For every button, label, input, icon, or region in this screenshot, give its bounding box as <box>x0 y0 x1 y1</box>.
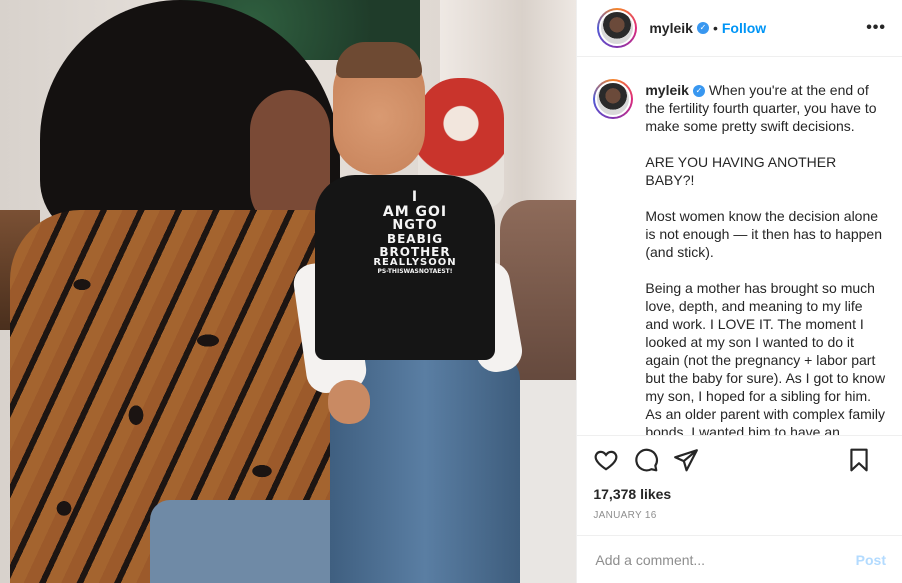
caption-paragraph: Being a mother has brought so much love,… <box>645 280 886 435</box>
post-header: myleik ✓ • Follow ••• <box>577 0 902 57</box>
caption-paragraph: Most women know the decision alone is no… <box>645 208 882 260</box>
child-hand <box>328 380 370 424</box>
avatar-image <box>595 81 632 117</box>
shirt-line: BEABIG <box>386 232 444 247</box>
shirt-line: PS-THISWASNOTAEST! <box>377 267 453 275</box>
caption-paragraph: ARE YOU HAVING ANOTHER BABY?! <box>645 154 837 188</box>
share-icon <box>674 448 699 471</box>
shirt-line: NGTO <box>392 218 438 234</box>
more-options-icon[interactable]: ••• <box>866 19 886 37</box>
comment-bar: Post <box>577 535 902 583</box>
action-bar <box>577 435 902 483</box>
likes-count[interactable]: 17,378 likes <box>577 483 902 505</box>
bookmark-icon <box>850 448 868 471</box>
post-date[interactable]: JANUARY 16 <box>577 505 902 527</box>
shirt-print: I AM GOI NGTO BEABIG BROTHER REALLYSOON … <box>350 190 480 275</box>
caption-paragraph: myleik ✓ When you're at the end of the fe… <box>645 81 885 135</box>
separator-dot: • <box>712 20 718 36</box>
caption-area: myleik ✓ When you're at the end of the fe… <box>577 57 902 435</box>
comment-icon <box>635 448 659 471</box>
save-button[interactable] <box>846 447 872 473</box>
post-comment-button[interactable]: Post <box>856 552 886 568</box>
post-side-panel: myleik ✓ • Follow ••• myleik ✓ When you'r… <box>576 0 902 583</box>
follow-button[interactable]: Follow <box>722 20 766 36</box>
avatar-image <box>599 10 636 46</box>
post-photo[interactable]: I AM GOI NGTO BEABIG BROTHER REALLYSOON … <box>0 0 577 583</box>
caption-author[interactable]: myleik <box>645 82 689 98</box>
header-username[interactable]: myleik <box>649 20 693 36</box>
shirt-line: AM GOI <box>382 203 448 220</box>
heart-icon <box>594 450 618 470</box>
comment-button[interactable] <box>633 447 659 473</box>
child-hair <box>336 42 422 78</box>
caption-avatar[interactable] <box>593 79 634 119</box>
shirt-line: I <box>411 189 419 205</box>
caption: myleik ✓ When you're at the end of the fe… <box>645 81 885 435</box>
share-button[interactable] <box>673 447 699 473</box>
comment-input[interactable] <box>593 550 856 569</box>
instagram-post: I AM GOI NGTO BEABIG BROTHER REALLYSOON … <box>0 0 902 583</box>
verified-badge-icon: ✓ <box>696 22 709 34</box>
like-button[interactable] <box>593 447 619 473</box>
avatar[interactable] <box>597 8 638 48</box>
verified-badge-icon: ✓ <box>692 85 705 98</box>
